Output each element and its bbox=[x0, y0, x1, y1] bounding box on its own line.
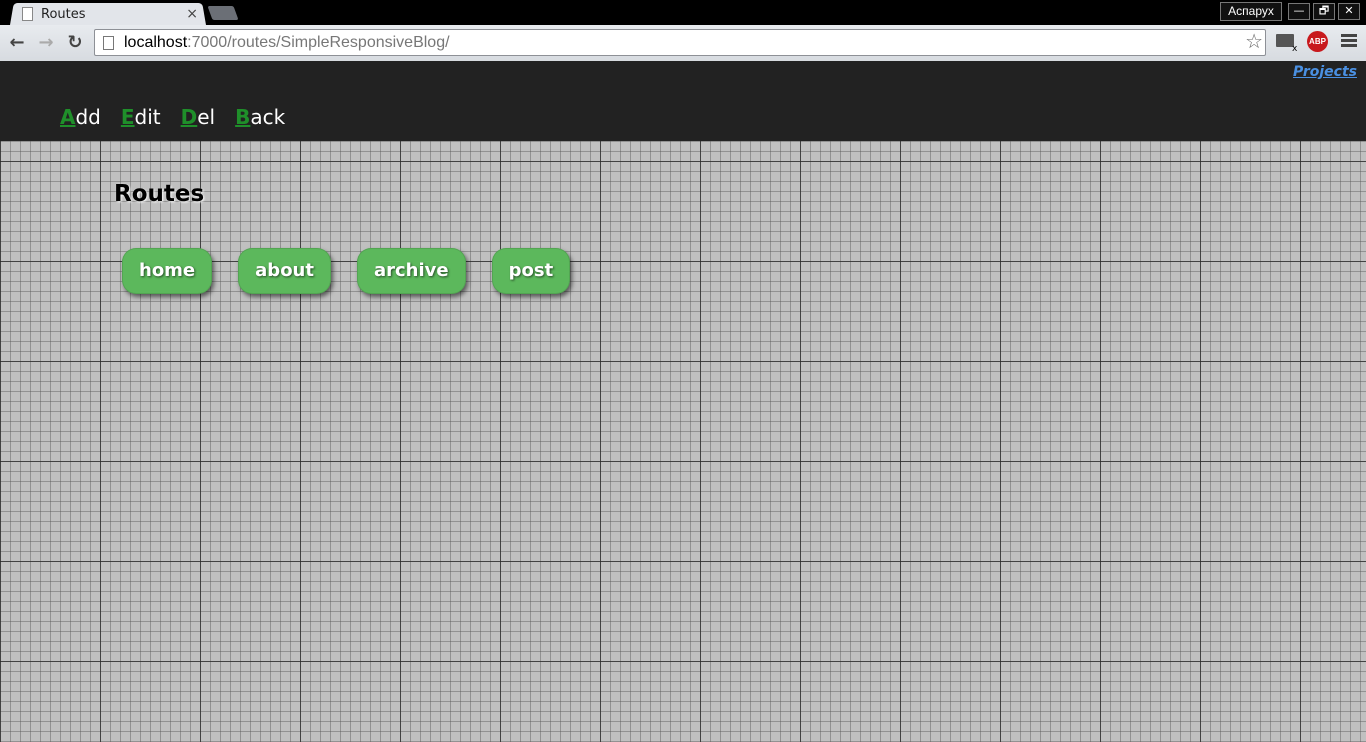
add-label: dd bbox=[75, 105, 101, 129]
minimize-button[interactable]: — bbox=[1288, 3, 1310, 20]
browser-tab-content[interactable]: Routes × bbox=[22, 3, 202, 25]
back-hotkey: B bbox=[235, 105, 251, 129]
browser-menu-icon[interactable] bbox=[1341, 34, 1357, 49]
route-post-button[interactable]: post bbox=[491, 248, 571, 294]
reload-button[interactable]: ↻ bbox=[65, 33, 85, 53]
page-title: Routes bbox=[114, 181, 205, 207]
bookmark-star-icon[interactable]: ☆ bbox=[1245, 30, 1263, 55]
browser-titlebar: Routes × Аспарух — 🗗 ✕ bbox=[0, 0, 1366, 25]
close-window-button[interactable]: ✕ bbox=[1338, 3, 1360, 20]
edit-hotkey: E bbox=[120, 105, 135, 129]
page-icon bbox=[22, 7, 33, 21]
route-archive-button[interactable]: archive bbox=[356, 248, 466, 294]
address-bar[interactable]: localhost:7000/routes/SimpleResponsiveBl… bbox=[94, 29, 1266, 56]
edit-label: dit bbox=[134, 105, 161, 129]
mail-badge: x bbox=[1292, 44, 1298, 54]
tab-close-icon[interactable]: × bbox=[186, 6, 198, 22]
page: Projects Add Edit Del Back Routes home a… bbox=[0, 61, 1366, 742]
page-info-icon[interactable] bbox=[103, 35, 114, 50]
action-bar: Add Edit Del Back bbox=[60, 105, 285, 129]
new-tab-button[interactable] bbox=[207, 6, 239, 20]
route-about-button[interactable]: about bbox=[238, 248, 331, 294]
app-header: Projects Add Edit Del Back bbox=[0, 61, 1366, 141]
forward-button[interactable]: → bbox=[36, 33, 56, 53]
browser-toolbar: ← → ↻ localhost:7000/routes/SimpleRespon… bbox=[0, 25, 1366, 62]
url-path: :7000/routes/SimpleResponsiveBlog/ bbox=[187, 33, 450, 51]
back-label: ack bbox=[250, 105, 286, 129]
tab-title: Routes bbox=[41, 6, 86, 22]
url-host: localhost bbox=[124, 33, 188, 51]
delete-hotkey: D bbox=[180, 105, 198, 129]
route-list: home about archive post bbox=[122, 248, 596, 294]
delete-action[interactable]: Del bbox=[181, 105, 215, 129]
routes-workspace: Routes home about archive post bbox=[0, 141, 1366, 742]
delete-label: el bbox=[197, 105, 216, 129]
adblock-icon[interactable]: ABP bbox=[1307, 31, 1328, 52]
add-action[interactable]: Add bbox=[60, 105, 101, 129]
add-hotkey: A bbox=[60, 105, 76, 129]
back-action[interactable]: Back bbox=[235, 105, 285, 129]
back-button[interactable]: ← bbox=[7, 33, 27, 53]
profile-button[interactable]: Аспарух bbox=[1220, 2, 1282, 21]
edit-action[interactable]: Edit bbox=[121, 105, 161, 129]
route-home-button[interactable]: home bbox=[122, 248, 213, 294]
projects-link[interactable]: Projects bbox=[1293, 64, 1357, 80]
restore-button[interactable]: 🗗 bbox=[1313, 3, 1335, 20]
